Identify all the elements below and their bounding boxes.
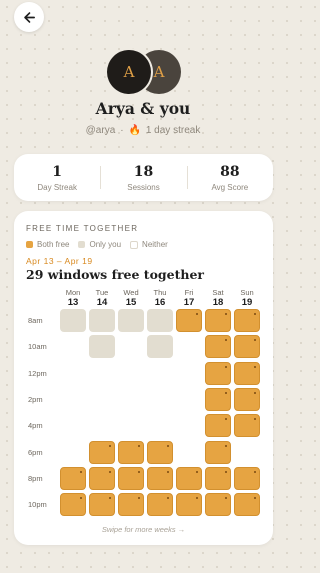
slot-both-free[interactable] — [234, 493, 260, 517]
date-range: Apr 13 – Apr 19 — [26, 256, 93, 266]
day-name: Thu — [153, 288, 167, 297]
slot-both-free[interactable] — [234, 361, 260, 385]
legend-swatch-you — [78, 241, 86, 248]
card-title: FREE TIME TOGETHER — [26, 224, 139, 233]
slot-both-free[interactable] — [89, 493, 115, 517]
day-name: Fri — [184, 288, 194, 297]
time-label: 10am — [28, 342, 47, 352]
day-header-fri: Fri 17 — [176, 288, 202, 308]
slot-both-free[interactable] — [89, 466, 115, 490]
arrow-left-icon — [23, 11, 35, 23]
stats-card: 1 Day Streak 18 Sessions 88 Avg Score — [14, 154, 273, 201]
slot-both-free[interactable] — [60, 493, 86, 517]
day-number: 19 — [241, 297, 253, 308]
legend-swatch-neither — [130, 240, 139, 249]
time-label: 8am — [28, 316, 43, 325]
slot-both-free[interactable] — [176, 309, 202, 332]
fire-icon: 🔥 — [128, 125, 142, 136]
time-label: 8pm — [28, 473, 43, 483]
day-number: 18 — [212, 297, 224, 308]
slot-both-free[interactable] — [205, 440, 231, 464]
time-label: 2pm — [28, 394, 43, 404]
slot-both-free[interactable] — [60, 466, 86, 490]
legend-label: Both free — [37, 240, 70, 249]
slot-only-you[interactable] — [147, 335, 173, 359]
legend-swatch-both — [26, 241, 33, 248]
day-header-wed: Wed 15 — [118, 288, 144, 308]
day-number: 14 — [96, 297, 108, 308]
time-label: 10pm — [28, 500, 47, 510]
separator: · — [120, 125, 124, 136]
slot-both-free[interactable] — [89, 440, 115, 464]
legend-label: Only you — [89, 240, 122, 249]
slot-both-free[interactable] — [205, 361, 231, 385]
slot-both-free[interactable] — [234, 387, 260, 411]
back-button[interactable] — [14, 2, 44, 32]
time-label: 4pm — [28, 421, 43, 431]
slot-both-free[interactable] — [118, 493, 144, 517]
slot-only-you[interactable] — [89, 335, 115, 359]
day-name: Mon — [65, 288, 81, 297]
stat-sessions: 18 Sessions — [100, 154, 186, 201]
slot-both-free[interactable] — [118, 466, 144, 490]
slot-both-free[interactable] — [234, 466, 260, 490]
slot-both-free[interactable] — [147, 493, 173, 517]
slot-both-free[interactable] — [176, 493, 202, 517]
legend-neither: Neither — [130, 240, 168, 249]
slot-both-free[interactable] — [205, 414, 231, 438]
slot-both-free[interactable] — [176, 466, 202, 490]
day-number: 17 — [183, 297, 195, 308]
slot-both-free[interactable] — [234, 335, 260, 359]
stat-value: 1 — [52, 163, 63, 180]
stat-avg-score: 88 Avg Score — [186, 154, 273, 201]
slot-both-free[interactable] — [205, 387, 231, 411]
slot-both-free[interactable] — [234, 309, 260, 332]
slot-both-free[interactable] — [205, 335, 231, 359]
slot-only-you[interactable] — [60, 309, 86, 332]
day-name: Sun — [240, 288, 254, 297]
day-name: Wed — [123, 288, 139, 297]
pair-title: Arya & you — [95, 99, 191, 118]
streak-text: 1 day streak — [145, 125, 201, 136]
slot-only-you[interactable] — [89, 309, 115, 332]
slot-both-free[interactable] — [205, 466, 231, 490]
stat-label: Sessions — [127, 182, 160, 192]
legend-label: Neither — [142, 240, 168, 249]
swipe-hint[interactable]: Swipe for more weeks → — [14, 525, 273, 534]
day-number: 16 — [154, 297, 166, 308]
day-name: Sat — [212, 288, 224, 297]
day-name: Tue — [95, 288, 109, 297]
time-label: 12pm — [28, 368, 47, 378]
day-number: 15 — [125, 297, 137, 308]
slot-both-free[interactable] — [205, 309, 231, 332]
stat-label: Day Streak — [37, 182, 77, 192]
avatar-pair: A A — [107, 50, 183, 94]
slot-only-you[interactable] — [147, 309, 173, 332]
day-header-sat: Sat 18 — [205, 288, 231, 308]
stat-label: Avg Score — [211, 182, 249, 192]
stat-value: 88 — [220, 163, 240, 180]
time-label: 6pm — [28, 447, 43, 457]
profile-subline: @arya · 🔥 1 day streak — [0, 125, 286, 136]
day-header-thu: Thu 16 — [147, 288, 173, 308]
handle: @arya — [85, 125, 116, 136]
legend-only-you: Only you — [78, 240, 121, 249]
legend-both-free: Both free — [26, 240, 69, 249]
slot-both-free[interactable] — [205, 493, 231, 517]
day-header-mon: Mon 13 — [60, 288, 86, 308]
slot-only-you[interactable] — [118, 309, 144, 332]
slot-both-free[interactable] — [118, 440, 144, 464]
day-header-sun: Sun 19 — [234, 288, 260, 308]
day-header-tue: Tue 14 — [89, 288, 115, 308]
legend: Both free Only you Neither — [26, 240, 177, 249]
stat-value: 18 — [133, 163, 154, 180]
slot-both-free[interactable] — [147, 466, 173, 490]
slot-both-free[interactable] — [147, 440, 173, 464]
slot-both-free[interactable] — [234, 414, 260, 438]
windows-headline: 29 windows free together — [26, 267, 204, 282]
free-time-card[interactable]: FREE TIME TOGETHER Both free Only you Ne… — [14, 211, 273, 545]
day-number: 13 — [67, 297, 79, 308]
stat-day-streak: 1 Day Streak — [14, 154, 100, 201]
avatar-arya: A — [107, 50, 151, 94]
